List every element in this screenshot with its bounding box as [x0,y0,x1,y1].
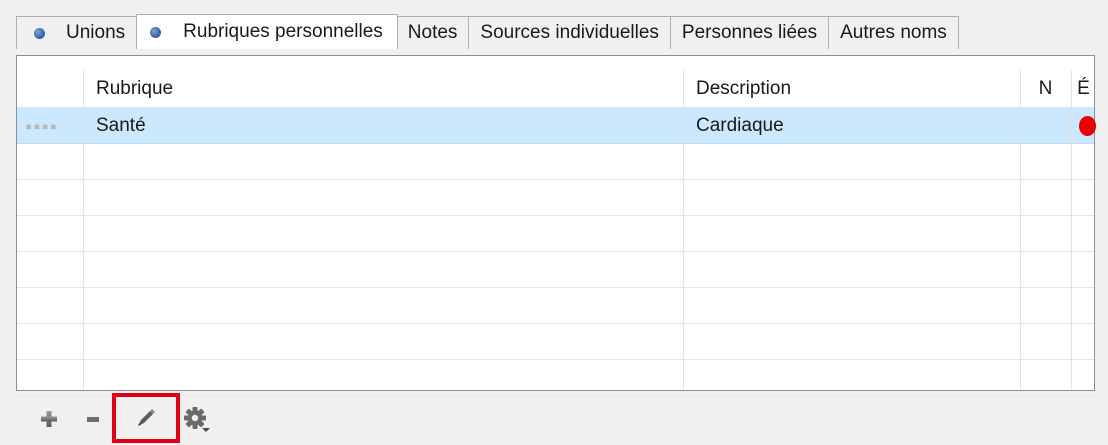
tab-status-dot-icon [150,26,162,38]
tab-notes[interactable]: Notes [396,16,470,49]
tab-label: Sources individuelles [480,22,659,43]
header-handle-cell [17,70,83,107]
tab-sources-individuelles[interactable]: Sources individuelles [469,16,671,49]
column-divider [1020,70,1021,390]
empty-row [17,252,1094,288]
tab-label: Personnes liées [681,22,818,43]
add-button[interactable] [38,408,60,430]
empty-row [17,288,1094,324]
tab-label: Unions [66,22,126,43]
tab-strip: Unions Rubriques personnelles Notes Sour… [16,14,959,49]
tab-autres-noms[interactable]: Autres noms [829,16,959,49]
column-header-n[interactable]: N [1020,70,1071,107]
tab-label: Autres noms [840,22,947,43]
empty-row [17,324,1094,360]
highlight-frame [112,393,180,443]
cell-e[interactable] [1071,108,1096,143]
empty-row [17,180,1094,216]
empty-row [17,144,1094,180]
minus-icon [87,417,99,422]
settings-button[interactable] [180,403,214,437]
grid-header-row: Rubrique Description N É [17,70,1094,108]
cell-rubrique[interactable]: Santé [83,108,683,143]
column-header-e[interactable]: É [1071,70,1096,107]
tab-unions[interactable]: Unions [16,16,138,49]
column-divider [683,70,684,390]
table-row[interactable]: ▪▪▪▪ Santé Cardiaque [17,108,1096,144]
tab-rubriques-personnelles[interactable]: Rubriques personnelles [136,14,398,49]
cell-description[interactable]: Cardiaque [683,108,1020,143]
gear-dropdown-icon [184,407,210,432]
empty-row [17,360,1094,396]
status-red-dot-icon [1079,115,1096,136]
rubriques-grid-panel: Rubrique Description N É ▪▪▪▪ Santé Card… [16,55,1096,396]
column-header-rubrique[interactable]: Rubrique [83,70,683,107]
tab-label: Notes [407,22,458,43]
tab-personnes-liees[interactable]: Personnes liées [670,16,830,49]
plus-icon [41,411,57,427]
column-divider [83,70,84,390]
tab-label: Rubriques personnelles [183,21,383,42]
row-drag-handle[interactable]: ▪▪▪▪ [17,108,83,143]
remove-button[interactable] [82,408,104,430]
empty-row [17,216,1094,252]
drag-handle-icon: ▪▪▪▪ [25,118,58,133]
tab-status-dot-icon [34,27,45,39]
column-divider [1071,70,1072,390]
cell-n[interactable] [1020,108,1071,143]
column-header-description[interactable]: Description [683,70,1020,107]
